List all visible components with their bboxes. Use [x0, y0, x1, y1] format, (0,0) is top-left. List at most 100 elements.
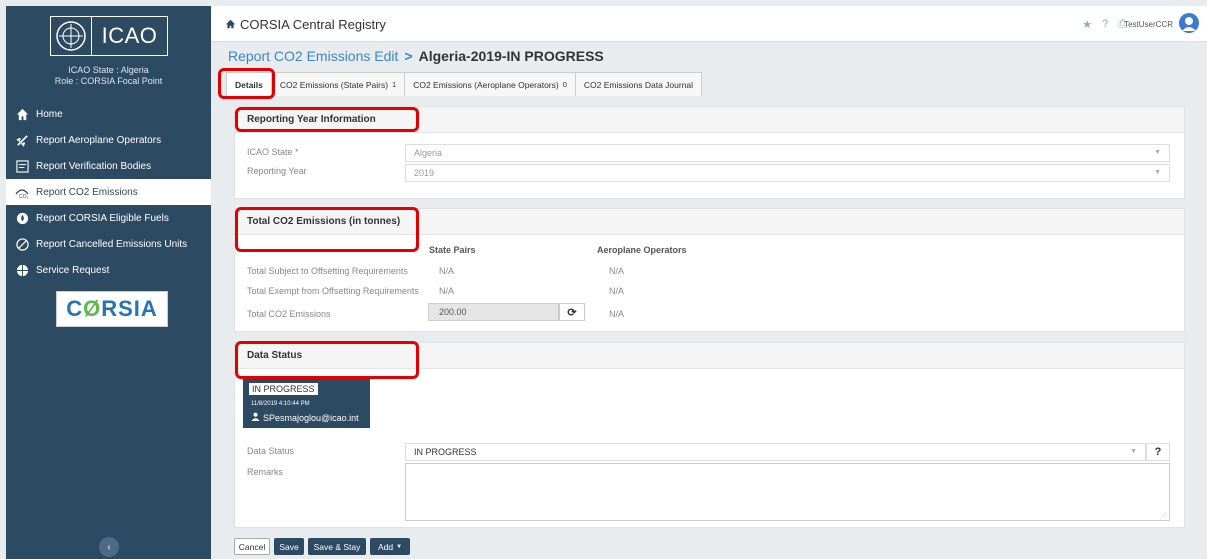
status-history-card: IN PROGRESS 11/8/2019 4:10:44 PM SPesmaj…: [243, 378, 370, 428]
logo-text: ICAO: [91, 17, 167, 55]
icao-state-select[interactable]: Algeria ▼: [405, 144, 1170, 162]
chevron-left-icon: ‹: [107, 541, 111, 553]
sidebar-item-service-request[interactable]: Service Request: [6, 257, 211, 283]
sidebar-item-home[interactable]: Home: [6, 101, 211, 127]
refresh-icon: ⟳: [567, 306, 577, 319]
caret-down-icon: ▼: [396, 543, 403, 550]
cancel-icon: [14, 236, 30, 252]
row-label: Total CO2 Emissions: [247, 309, 331, 319]
emissions-icon: CO₂: [14, 184, 30, 200]
help-icon: ?: [1154, 446, 1162, 458]
corsia-logo: C Ø RSIA: [56, 291, 168, 327]
state-pairs-value: N/A: [439, 266, 455, 276]
row-label: Total Subject to Offsetting Requirements: [247, 266, 408, 276]
cancel-button[interactable]: Cancel: [234, 538, 270, 555]
sidebar-item-label: Report CO2 Emissions: [36, 186, 138, 198]
reporting-year-select[interactable]: 2019 ▼: [405, 164, 1170, 182]
add-label: Add: [377, 541, 394, 552]
operators-value: N/A: [609, 309, 625, 319]
data-status-highlight: [235, 341, 419, 379]
recalculate-button[interactable]: ⟳: [559, 303, 585, 321]
chevron-down-icon: ▼: [1154, 169, 1161, 176]
status-user-email: SPesmajoglou@icao.int: [263, 412, 359, 423]
fuel-drop-icon: [14, 210, 30, 226]
corsia-logo-o: Ø: [83, 296, 102, 321]
chevron-down-icon: ▼: [1130, 448, 1137, 455]
tab-count: 1: [392, 80, 397, 89]
tab-label: CO2 Emissions (Aeroplane Operators): [413, 79, 559, 90]
reporting-year-label: Reporting Year: [247, 166, 307, 176]
save-button[interactable]: Save: [274, 538, 304, 555]
tab-aeroplane-operators[interactable]: CO2 Emissions (Aeroplane Operators) 0: [404, 72, 576, 96]
remarks-label: Remarks: [247, 467, 284, 477]
sidebar-item-cancelled-units[interactable]: Report Cancelled Emissions Units: [6, 231, 211, 257]
breadcrumb-link[interactable]: Report CO2 Emissions Edit: [228, 48, 398, 64]
tab-state-pairs[interactable]: CO2 Emissions (State Pairs) 1: [270, 72, 406, 96]
total-co2-value: 200.00: [439, 307, 467, 317]
data-status-label: Data Status: [247, 446, 295, 456]
globe-icon: [14, 262, 30, 278]
top-bar: CORSIA Central Registry ★ ? ⎙ TestUserCC…: [211, 6, 1207, 42]
report-icon: [14, 158, 30, 174]
reporting-year-highlight: [235, 107, 419, 132]
tab-data-journal[interactable]: CO2 Emissions Data Journal: [574, 72, 703, 96]
details-tab-highlight: [218, 68, 275, 99]
reporting-year-value: 2019: [414, 168, 435, 178]
sidebar-item-aeroplane-operators[interactable]: Report Aeroplane Operators: [6, 127, 211, 153]
user-icon: [251, 412, 260, 423]
status-timestamp: 11/8/2019 4:10:44 PM: [251, 401, 310, 407]
remarks-textarea[interactable]: ⋰: [405, 463, 1170, 521]
icao-logo: ICAO: [50, 16, 168, 56]
help-icon[interactable]: ?: [1102, 18, 1108, 31]
save-stay-button[interactable]: Save & Stay: [308, 538, 366, 555]
chevron-down-icon: ▼: [1154, 149, 1161, 156]
operators-value: N/A: [609, 286, 625, 296]
tab-label: CO2 Emissions (State Pairs): [279, 79, 389, 90]
icao-emblem-icon: [51, 17, 91, 55]
svg-text:CO₂: CO₂: [19, 194, 29, 199]
corsia-logo-c: C: [66, 296, 84, 321]
app-title-text: CORSIA Central Registry: [240, 17, 386, 32]
breadcrumb: Report CO2 Emissions Edit > Algeria-2019…: [228, 48, 604, 64]
sidebar-nav: Home Report Aeroplane Operators Report V…: [6, 101, 211, 283]
operators-value: N/A: [609, 266, 625, 276]
user-state-info: ICAO State : Algeria Role : CORSIA Focal…: [6, 65, 211, 87]
sidebar-item-label: Report Aeroplane Operators: [36, 134, 162, 146]
resize-handle-icon[interactable]: ⋰: [1160, 512, 1167, 520]
user-name[interactable]: TestUserCCR: [1124, 20, 1173, 29]
status-user: SPesmajoglou@icao.int: [251, 412, 359, 423]
tab-label: CO2 Emissions Data Journal: [583, 79, 694, 90]
sidebar-item-co2-emissions[interactable]: CO₂ Report CO2 Emissions: [6, 179, 211, 205]
avatar[interactable]: [1179, 13, 1199, 33]
total-co2-field: 200.00: [428, 303, 559, 321]
star-icon[interactable]: ★: [1082, 18, 1092, 31]
tab-count: 0: [562, 80, 567, 89]
corsia-logo-rest: RSIA: [101, 296, 158, 321]
status-badge: IN PROGRESS: [249, 383, 318, 395]
breadcrumb-current: Algeria-2019-IN PROGRESS: [418, 48, 604, 64]
help-button[interactable]: ?: [1146, 443, 1170, 461]
add-dropdown-button[interactable]: Add ▼: [370, 538, 410, 555]
home-icon: [14, 106, 30, 122]
airplane-icon: [14, 132, 30, 148]
sidebar-collapse-button[interactable]: ‹: [99, 537, 119, 557]
breadcrumb-separator: >: [404, 48, 413, 64]
icao-state-value: Algeria: [414, 148, 443, 158]
col-header-state-pairs: State Pairs: [429, 245, 476, 255]
top-icons: ★ ? ⎙: [1082, 18, 1127, 31]
state-pairs-value: N/A: [439, 286, 455, 296]
sidebar-item-label: Report CORSIA Eligible Fuels: [36, 212, 169, 224]
app-title[interactable]: CORSIA Central Registry: [225, 17, 386, 32]
sidebar: ICAO ICAO State : Algeria Role : CORSIA …: [6, 6, 211, 559]
sidebar-item-label: Report Cancelled Emissions Units: [36, 238, 188, 250]
sidebar-item-label: Service Request: [36, 264, 110, 276]
home-icon: [225, 17, 236, 32]
role-line: Role : CORSIA Focal Point: [54, 76, 163, 86]
tab-bar: Details CO2 Emissions (State Pairs) 1 CO…: [226, 72, 703, 96]
sidebar-item-eligible-fuels[interactable]: Report CORSIA Eligible Fuels: [6, 205, 211, 231]
sidebar-item-verification-bodies[interactable]: Report Verification Bodies: [6, 153, 211, 179]
col-header-operators: Aeroplane Operators: [597, 245, 687, 255]
data-status-select[interactable]: IN PROGRESS ▼: [405, 443, 1146, 461]
data-status-value: IN PROGRESS: [414, 447, 477, 457]
state-line: ICAO State : Algeria: [68, 65, 149, 75]
